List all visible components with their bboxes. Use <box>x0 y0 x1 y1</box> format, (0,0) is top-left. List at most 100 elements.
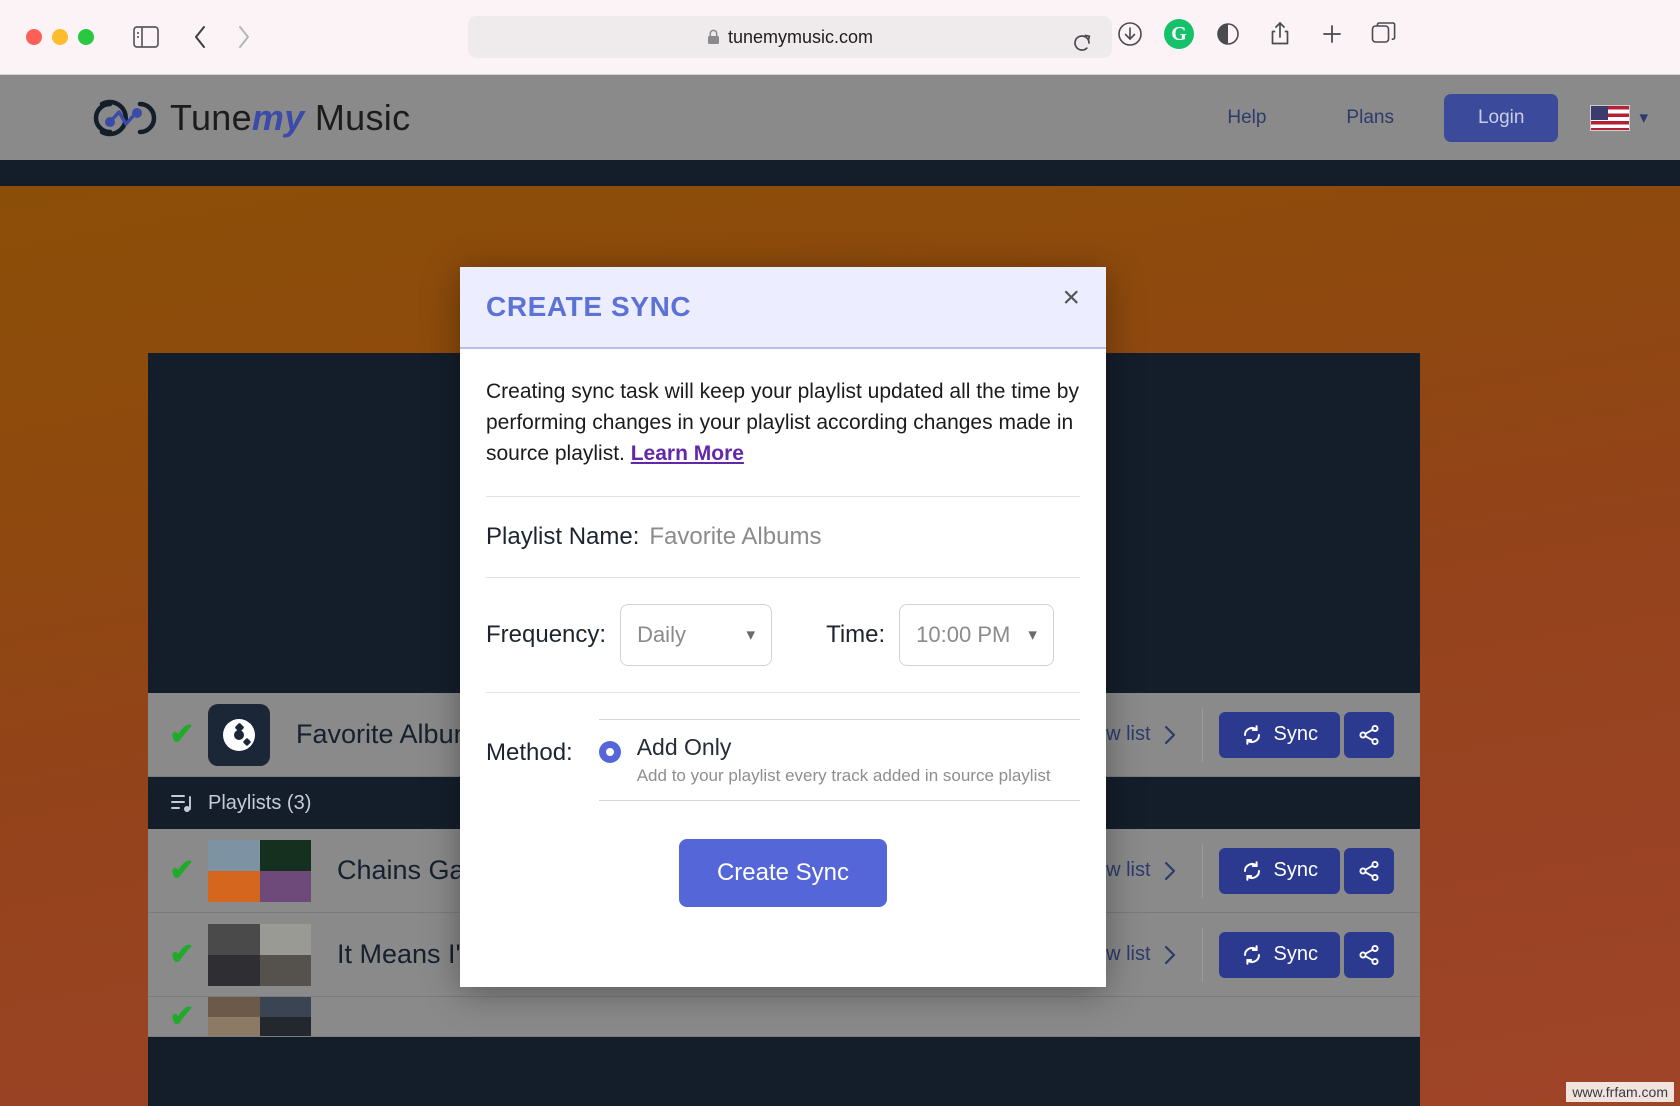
playlist-cover-collage <box>208 923 311 986</box>
address-bar[interactable]: tunemymusic.com <box>468 16 1112 58</box>
reload-icon[interactable] <box>1064 25 1100 61</box>
share-icon[interactable] <box>1262 16 1298 52</box>
chevron-right-icon <box>1164 861 1175 880</box>
headphone-logo-icon <box>93 99 157 136</box>
method-options: Add Only Add to your playlist every trac… <box>598 718 1080 801</box>
row-check-icon[interactable]: ✔ <box>156 717 208 752</box>
row-actions: Sync <box>1203 931 1420 978</box>
sync-refresh-icon <box>1243 944 1260 965</box>
playlist-name-row: Playlist Name: Favorite Albums <box>486 523 1080 551</box>
downloads-icon[interactable] <box>1112 16 1148 52</box>
forward-arrow-icon[interactable] <box>226 19 262 55</box>
divider <box>486 495 1080 497</box>
method-option-add-only[interactable]: Add Only Add to your playlist every trac… <box>598 720 1080 786</box>
chevron-right-icon <box>1164 725 1175 744</box>
album-disc-icon <box>208 703 270 766</box>
sync-label: Sync <box>1273 723 1318 745</box>
sync-button[interactable]: Sync <box>1218 711 1340 758</box>
modal-intro-sentence: Creating sync task will keep your playli… <box>486 380 1079 465</box>
nav-item-help[interactable]: Help <box>1187 107 1306 129</box>
language-selector[interactable]: ▾ <box>1590 104 1648 131</box>
navigation-arrows <box>182 19 262 55</box>
share-button[interactable] <box>1344 931 1394 978</box>
row-actions: Sync <box>1203 847 1420 894</box>
time-select[interactable]: 10:00 PM ▾ <box>899 603 1054 666</box>
sidebar-toggle-icon[interactable] <box>128 19 164 55</box>
chevron-down-icon: ▾ <box>746 624 756 644</box>
close-icon[interactable]: × <box>1054 279 1088 317</box>
chevron-down-icon: ▾ <box>1028 624 1037 644</box>
row-right-controls: Show list Sync <box>1071 913 1421 996</box>
table-row[interactable]: ✔ <box>148 997 1420 1037</box>
share-button[interactable] <box>1344 847 1394 894</box>
sync-button[interactable]: Sync <box>1218 931 1340 978</box>
share-button[interactable] <box>1344 711 1394 758</box>
sync-button[interactable]: Sync <box>1218 847 1340 894</box>
site-logo[interactable]: Tunemy Music <box>88 92 410 144</box>
maximize-window-button[interactable] <box>78 29 94 45</box>
minimize-window-button[interactable] <box>52 29 68 45</box>
logo-text: Tunemy Music <box>170 97 410 139</box>
logo-accent: my <box>251 96 305 138</box>
nav-item-plans[interactable]: Plans <box>1306 107 1434 129</box>
logo-prefix: Tune <box>170 96 252 138</box>
method-row: Method: Add Only Add to your playlist ev… <box>486 718 1080 801</box>
create-sync-button[interactable]: Create Sync <box>678 838 888 907</box>
time-label: Time: <box>826 620 886 648</box>
row-check-icon[interactable]: ✔ <box>156 853 208 888</box>
share-nodes-icon <box>1359 860 1379 881</box>
method-option-texts: Add Only Add to your playlist every trac… <box>637 734 1051 786</box>
header-underline-strip <box>0 160 1680 186</box>
playlist-name-label: Playlist Name: <box>486 522 640 550</box>
row-actions: Sync <box>1203 711 1420 758</box>
playlists-section-title: Playlists (3) <box>208 791 312 814</box>
browser-toolbar-right: G <box>1112 16 1402 52</box>
lock-icon <box>707 29 720 45</box>
row-check-icon[interactable]: ✔ <box>156 999 208 1034</box>
playlist-name-value: Favorite Albums <box>649 522 822 550</box>
playlist-cover-collage <box>208 839 311 902</box>
modal-header: CREATE SYNC × <box>460 267 1106 349</box>
create-sync-modal: CREATE SYNC × Creating sync task will ke… <box>460 267 1106 987</box>
learn-more-link[interactable]: Learn More <box>631 442 744 465</box>
logo-suffix: Music <box>304 96 411 138</box>
site-nav: Help Plans Login ▾ <box>1187 75 1680 160</box>
method-option-description: Add to your playlist every track added i… <box>636 765 1051 785</box>
sync-refresh-icon <box>1243 860 1260 881</box>
frequency-value: Daily <box>637 621 686 647</box>
back-arrow-icon[interactable] <box>182 19 218 55</box>
reader-mode-icon[interactable] <box>1210 16 1246 52</box>
frequency-label: Frequency: <box>486 620 607 648</box>
radio-selected-icon[interactable] <box>598 740 621 763</box>
grammarly-letter: G <box>1171 22 1187 45</box>
grammarly-icon[interactable]: G <box>1164 19 1194 49</box>
plus-icon[interactable] <box>1314 16 1350 52</box>
row-right-controls: Show list Sync <box>1071 829 1421 912</box>
web-page: Tunemy Music Help Plans Login ▾ ✔ Favori… <box>0 75 1680 1106</box>
tab-overview-icon[interactable] <box>1366 16 1402 52</box>
divider <box>486 691 1080 693</box>
share-nodes-icon <box>1359 724 1379 745</box>
disc-glyph <box>223 718 255 751</box>
close-window-button[interactable] <box>26 29 42 45</box>
divider <box>598 799 1080 801</box>
window-traffic-lights <box>26 29 94 45</box>
time-value: 10:00 PM <box>916 621 1011 647</box>
sync-label: Sync <box>1273 859 1318 881</box>
playlist-cover-collage <box>208 997 311 1036</box>
login-button[interactable]: Login <box>1443 93 1559 142</box>
site-header: Tunemy Music Help Plans Login ▾ <box>0 75 1680 160</box>
chevron-down-icon: ▾ <box>1639 107 1648 127</box>
modal-title: CREATE SYNC <box>486 291 692 322</box>
modal-footer: Create Sync <box>486 838 1080 907</box>
row-right-controls: Show list Sync <box>1071 693 1421 776</box>
frequency-select[interactable]: Daily ▾ <box>620 603 773 666</box>
modal-body: Creating sync task will keep your playli… <box>460 349 1106 907</box>
playlist-list-icon <box>170 792 194 814</box>
modal-intro-text: Creating sync task will keep your playli… <box>486 377 1080 470</box>
method-label: Method: <box>486 738 573 766</box>
chevron-right-icon <box>1164 945 1175 964</box>
us-flag-icon <box>1590 104 1631 131</box>
sync-label: Sync <box>1273 943 1318 965</box>
row-check-icon[interactable]: ✔ <box>156 937 208 972</box>
